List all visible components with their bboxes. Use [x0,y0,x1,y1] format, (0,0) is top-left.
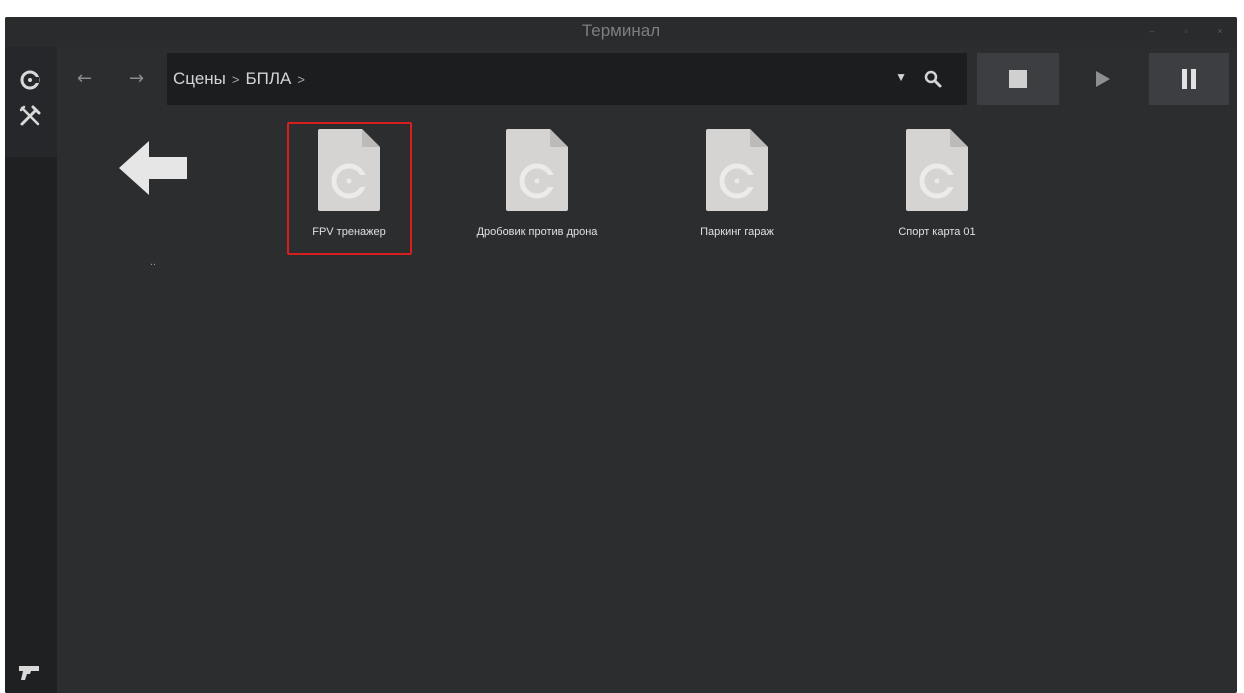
minimize-button[interactable]: – [1145,25,1159,37]
scene-file-icon [906,129,968,211]
scene-file-icon [706,129,768,211]
scene-file-icon [506,129,568,211]
scene-file-icon [318,129,380,211]
page: Терминал – ▫ × ← → Сцены > БПЛА > ▼ .. F… [0,0,1244,693]
play-button[interactable] [1067,53,1139,105]
play-icon [1096,71,1110,87]
forward-button[interactable]: → [129,68,144,89]
window-controls: – ▫ × [1145,25,1227,37]
terminal-window: Терминал – ▫ × ← → Сцены > БПЛА > ▼ .. F… [5,17,1237,693]
file-label: FPV тренажер [312,226,386,238]
close-button[interactable]: × [1213,25,1227,37]
window-title: Терминал [581,21,661,40]
file-tile[interactable]: FPV тренажер [290,127,408,238]
dropdown-arrow-icon[interactable]: ▼ [895,70,907,84]
pause-button[interactable] [1149,53,1229,105]
breadcrumb-separator: > [231,71,240,87]
breadcrumb-item-uav[interactable]: БПЛА [245,69,291,89]
address-bar[interactable]: Сцены > БПЛА > ▼ [167,53,967,105]
file-browser: .. FPV тренажер Дробовик против дрона Па… [57,107,1237,693]
stop-button[interactable] [977,53,1059,105]
file-label: Паркинг гараж [700,226,774,238]
tools-icon[interactable] [15,101,45,131]
stop-icon [1009,70,1027,88]
file-tile[interactable]: Спорт карта 01 [877,127,997,238]
breadcrumb-separator: > [297,71,305,87]
arrow-left-icon [119,141,187,195]
breadcrumb-item-scenes[interactable]: Сцены [173,69,226,89]
back-button[interactable]: ← [77,68,92,89]
search-icon[interactable] [923,69,943,89]
file-tile[interactable]: Паркинг гараж [677,127,797,238]
file-label: Спорт карта 01 [898,226,976,238]
sidebar [5,47,57,693]
parent-folder-label: .. [149,256,157,268]
breadcrumb: Сцены > БПЛА > [173,69,305,89]
pistol-icon[interactable] [15,657,45,687]
parent-folder-tile[interactable]: .. [103,133,203,268]
sidebar-panel [5,157,57,693]
toolbar: ← → Сцены > БПЛА > ▼ [57,53,1237,105]
maximize-button[interactable]: ▫ [1179,25,1193,37]
pause-icon [1182,69,1196,89]
scene-logo-icon[interactable] [15,65,45,95]
file-label: Дробовик против дрона [476,226,598,238]
title-bar: Терминал – ▫ × [5,17,1237,47]
file-tile[interactable]: Дробовик против дрона [467,127,607,238]
